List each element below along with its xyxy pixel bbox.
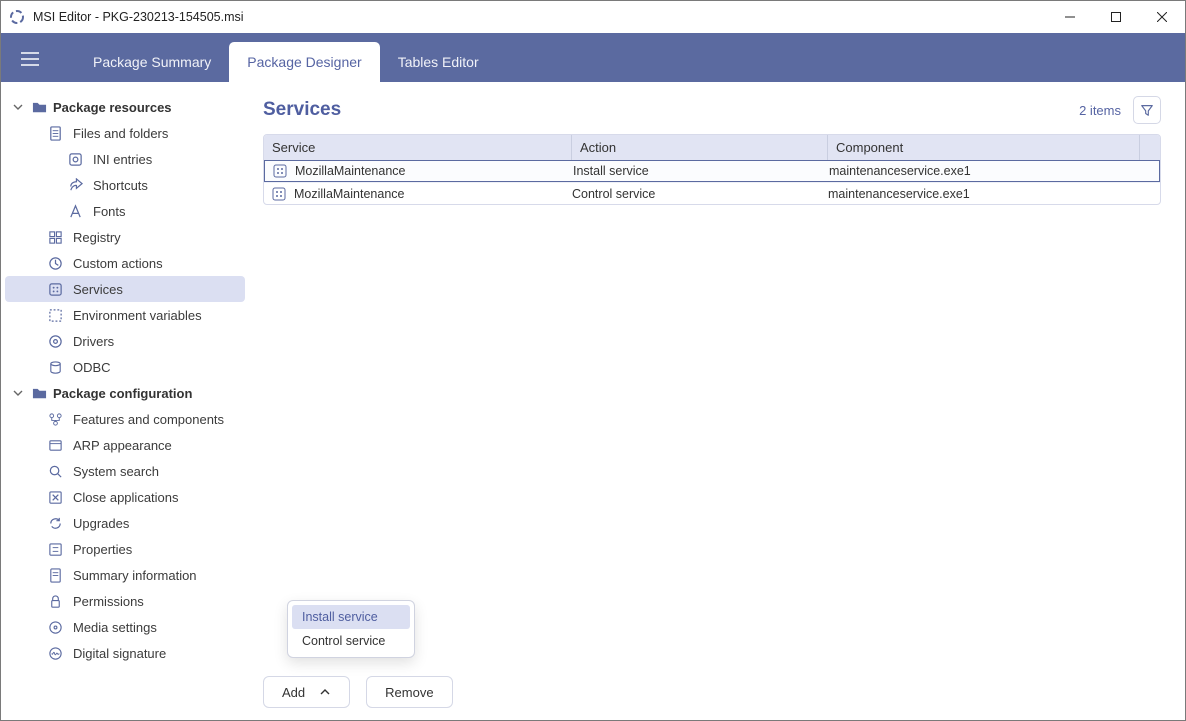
- sidebar-item-odbc[interactable]: ODBC: [5, 354, 245, 380]
- close-button[interactable]: [1139, 1, 1185, 33]
- sidebar-item-summaryinfo[interactable]: Summary information: [5, 562, 245, 588]
- window-controls: [1047, 1, 1185, 33]
- ini-icon: [67, 151, 83, 167]
- filter-button[interactable]: [1133, 96, 1161, 124]
- summary-icon: [47, 567, 63, 583]
- window-title: MSI Editor - PKG-230213-154505.msi: [33, 10, 1047, 24]
- services-table: Service Action Component MozillaMaintena…: [263, 134, 1161, 205]
- shortcut-icon: [67, 177, 83, 193]
- features-icon: [47, 411, 63, 427]
- service-row-icon: [272, 187, 286, 201]
- ribbon: Package Summary Package Designer Tables …: [1, 33, 1185, 82]
- minimize-button[interactable]: [1047, 1, 1093, 33]
- tab-tables-editor[interactable]: Tables Editor: [380, 42, 497, 82]
- sidebar-item-digsig[interactable]: Digital signature: [5, 640, 245, 666]
- col-end: [1140, 135, 1160, 160]
- tab-package-designer[interactable]: Package Designer: [229, 42, 379, 82]
- item-count: 2 items: [1079, 103, 1121, 118]
- folder-icon: [31, 385, 47, 401]
- titlebar: MSI Editor - PKG-230213-154505.msi: [1, 1, 1185, 33]
- media-icon: [47, 619, 63, 635]
- sidebar-item-fonts[interactable]: Fonts: [5, 198, 245, 224]
- body: Package resources Files and folders INI …: [1, 82, 1185, 720]
- sidebar-item-features[interactable]: Features and components: [5, 406, 245, 432]
- app-icon: [9, 9, 25, 25]
- sidebar-group-resources[interactable]: Package resources: [1, 94, 245, 120]
- page-header: Services 2 items: [263, 96, 1161, 124]
- folder-icon: [31, 99, 47, 115]
- filter-icon: [1140, 103, 1154, 117]
- menu-item-control-service[interactable]: Control service: [292, 629, 410, 653]
- chevron-up-icon: [319, 685, 331, 700]
- sidebar-item-closeapps[interactable]: Close applications: [5, 484, 245, 510]
- odbc-icon: [47, 359, 63, 375]
- add-menu-popup: Install service Control service: [287, 600, 415, 658]
- chevron-down-icon: [11, 102, 25, 112]
- close-apps-icon: [47, 489, 63, 505]
- sidebar-item-drivers[interactable]: Drivers: [5, 328, 245, 354]
- remove-button[interactable]: Remove: [366, 676, 452, 708]
- signature-icon: [47, 645, 63, 661]
- col-action[interactable]: Action: [572, 135, 828, 160]
- page-title: Services: [263, 99, 1079, 121]
- sidebar-item-services[interactable]: Services: [5, 276, 245, 302]
- col-service[interactable]: Service: [272, 135, 572, 160]
- sidebar-item-custom-actions[interactable]: Custom actions: [5, 250, 245, 276]
- sidebar-item-shortcuts[interactable]: Shortcuts: [5, 172, 245, 198]
- sidebar-group-config[interactable]: Package configuration: [1, 380, 245, 406]
- add-button[interactable]: Add: [263, 676, 350, 708]
- sidebar-item-properties[interactable]: Properties: [5, 536, 245, 562]
- font-icon: [67, 203, 83, 219]
- sidebar-item-registry[interactable]: Registry: [5, 224, 245, 250]
- sidebar-item-media[interactable]: Media settings: [5, 614, 245, 640]
- col-component[interactable]: Component: [828, 135, 1140, 160]
- app-window: MSI Editor - PKG-230213-154505.msi Packa…: [0, 0, 1186, 721]
- arp-icon: [47, 437, 63, 453]
- chevron-down-icon: [11, 388, 25, 398]
- main-content: Services 2 items Service Action Componen…: [249, 82, 1185, 720]
- services-icon: [47, 281, 63, 297]
- sidebar-item-upgrades[interactable]: Upgrades: [5, 510, 245, 536]
- sidebar: Package resources Files and folders INI …: [1, 82, 249, 720]
- properties-icon: [47, 541, 63, 557]
- registry-icon: [47, 229, 63, 245]
- sidebar-item-permissions[interactable]: Permissions: [5, 588, 245, 614]
- tab-package-summary[interactable]: Package Summary: [75, 42, 229, 82]
- env-icon: [47, 307, 63, 323]
- table-row[interactable]: MozillaMaintenance Install service maint…: [264, 160, 1160, 182]
- sidebar-item-files[interactable]: Files and folders: [5, 120, 245, 146]
- sidebar-item-search[interactable]: System search: [5, 458, 245, 484]
- table-row[interactable]: MozillaMaintenance Control service maint…: [264, 182, 1160, 204]
- menu-item-install-service[interactable]: Install service: [292, 605, 410, 629]
- search-icon: [47, 463, 63, 479]
- drivers-icon: [47, 333, 63, 349]
- sidebar-item-env[interactable]: Environment variables: [5, 302, 245, 328]
- lock-icon: [47, 593, 63, 609]
- sidebar-item-arp[interactable]: ARP appearance: [5, 432, 245, 458]
- footer-actions: Add Remove: [263, 666, 1161, 708]
- maximize-button[interactable]: [1093, 1, 1139, 33]
- custom-icon: [47, 255, 63, 271]
- service-row-icon: [273, 164, 287, 178]
- sidebar-item-ini[interactable]: INI entries: [5, 146, 245, 172]
- file-icon: [47, 125, 63, 141]
- menu-button[interactable]: [15, 42, 45, 76]
- table-header: Service Action Component: [264, 135, 1160, 160]
- upgrades-icon: [47, 515, 63, 531]
